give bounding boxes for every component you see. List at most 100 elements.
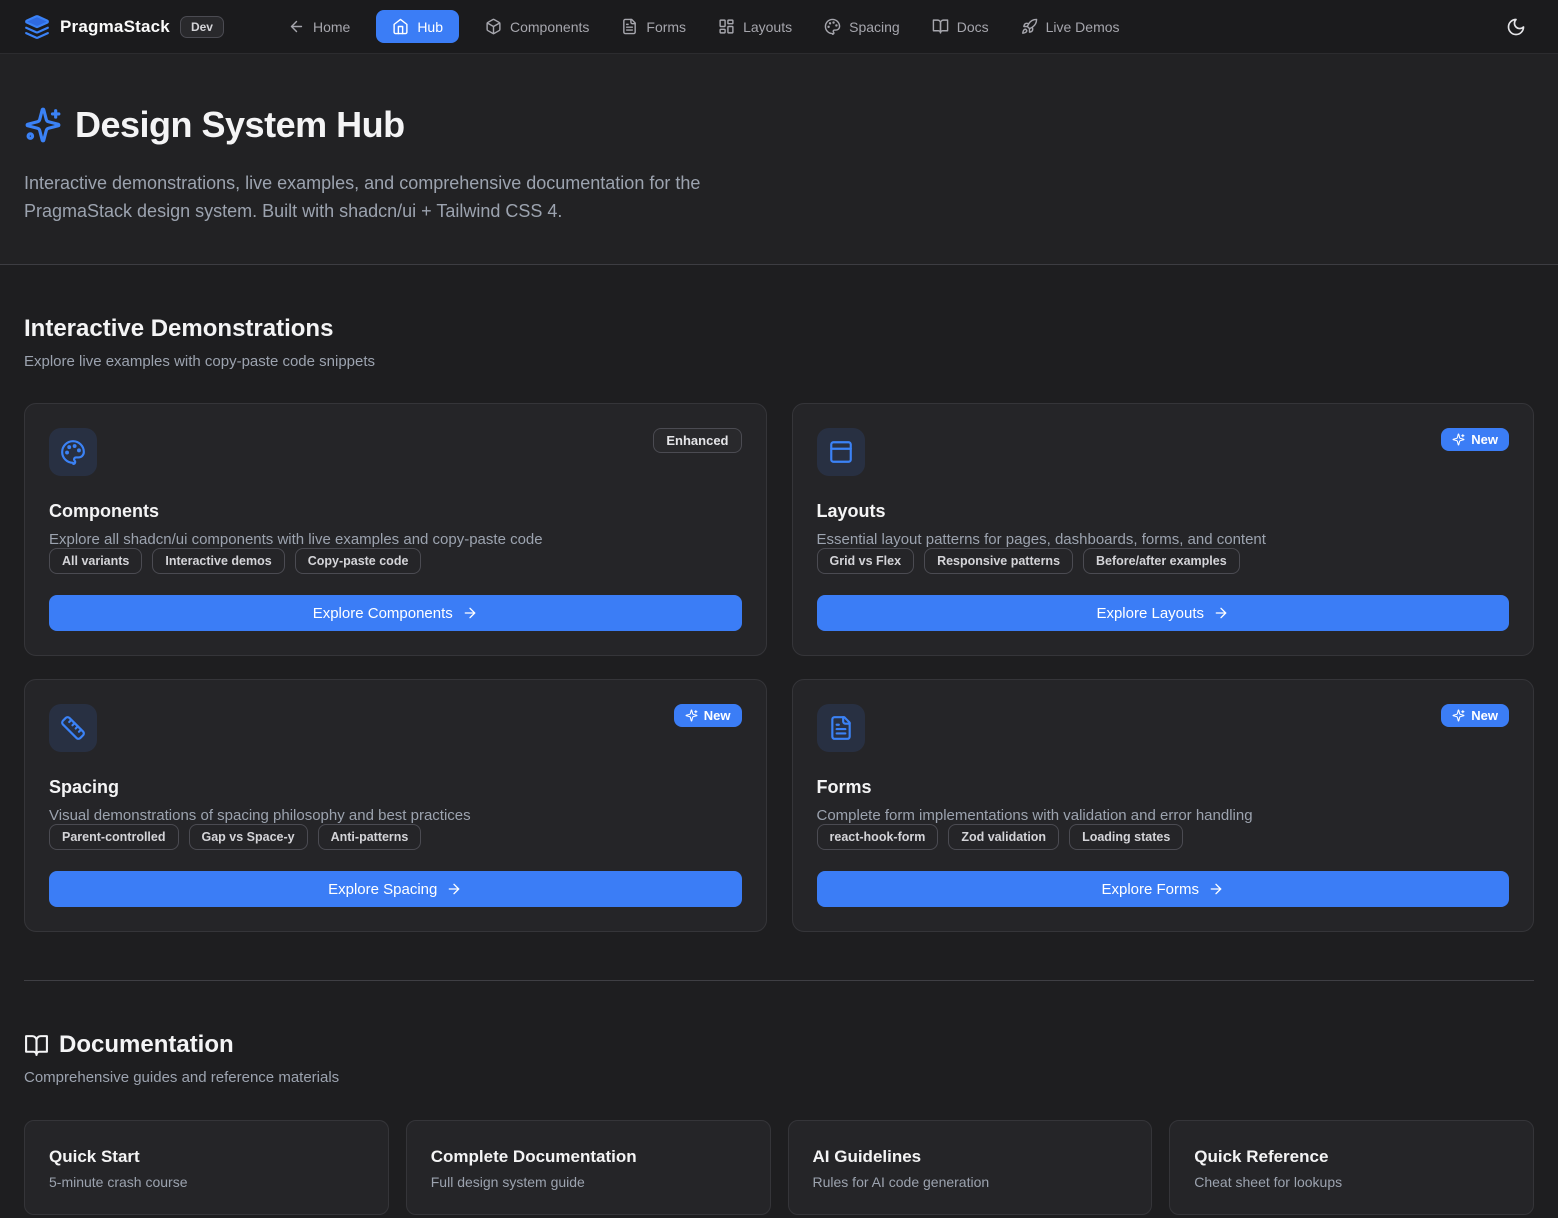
doc-card-description: Full design system guide [431,1174,746,1190]
nav-item-label: Forms [646,19,686,35]
docs-section-title-text: Documentation [59,1031,234,1059]
tag: Responsive patterns [924,548,1073,574]
badge-label: New [1471,708,1498,723]
sparkles-icon [1452,709,1465,722]
nav-item-hub[interactable]: Hub [376,10,459,43]
card-description: Explore all shadcn/ui components with li… [49,531,742,548]
demo-card-spacing: New Spacing Visual demonstrations of spa… [24,679,767,932]
tag-row: Parent-controlled Gap vs Space-y Anti-pa… [49,824,742,850]
status-badge: Enhanced [653,428,741,453]
doc-card-ai-guidelines[interactable]: AI Guidelines Rules for AI code generati… [788,1120,1153,1215]
new-badge: New [1441,704,1509,727]
nav-item-forms[interactable]: Forms [609,10,698,43]
tag: Gap vs Space-y [189,824,308,850]
explore-forms-button[interactable]: Explore Forms [817,871,1510,907]
cta-label: Explore Spacing [328,881,437,898]
nav-item-layouts[interactable]: Layouts [706,10,804,43]
card-description: Essential layout patterns for pages, das… [817,531,1510,548]
nav-item-label: Live Demos [1046,19,1120,35]
demos-section-title: Interactive Demonstrations [24,315,1534,343]
demo-card-forms: New Forms Complete form implementations … [792,679,1535,932]
sparkles-icon [1452,433,1465,446]
tag: Parent-controlled [49,824,179,850]
cta-label: Explore Components [313,605,453,622]
tag: All variants [49,548,142,574]
nav-item-label: Hub [417,19,443,35]
arrow-right-icon [446,881,462,897]
file-text-icon [817,704,865,752]
cta-label: Explore Layouts [1096,605,1204,622]
doc-card-title: Quick Reference [1194,1147,1509,1167]
arrow-right-icon [1208,881,1224,897]
panel-top-icon [817,428,865,476]
doc-card-quick-reference[interactable]: Quick Reference Cheat sheet for lookups [1169,1120,1534,1215]
ruler-icon [49,704,97,752]
demo-card-components: Enhanced Components Explore all shadcn/u… [24,403,767,656]
book-open-icon [24,1033,49,1058]
demos-section-subtitle: Explore live examples with copy-paste co… [24,353,1534,370]
nav-item-label: Spacing [849,19,900,35]
card-title: Layouts [817,501,1510,522]
layers-logo-icon [24,14,50,40]
nav-item-docs[interactable]: Docs [920,10,1001,43]
tag: Zod validation [948,824,1059,850]
theme-toggle-button[interactable] [1498,9,1534,45]
layout-grid-icon [718,18,735,35]
sparkles-icon [24,106,62,144]
hero-section: Design System Hub Interactive demonstrat… [0,54,1558,265]
tag-row: react-hook-form Zod validation Loading s… [817,824,1510,850]
doc-card-description: 5-minute crash course [49,1174,364,1190]
page-description: Interactive demonstrations, live example… [24,170,769,226]
doc-card-title: Complete Documentation [431,1147,746,1167]
home-icon [392,18,409,35]
nav-item-home[interactable]: Home [276,10,362,43]
demos-section-header: Interactive Demonstrations Explore live … [24,315,1534,370]
doc-card-quick-start[interactable]: Quick Start 5-minute crash course [24,1120,389,1215]
doc-card-description: Rules for AI code generation [813,1174,1128,1190]
tag: react-hook-form [817,824,939,850]
cta-label: Explore Forms [1101,881,1199,898]
doc-card-title: AI Guidelines [813,1147,1128,1167]
tag: Anti-patterns [318,824,422,850]
page-title: Design System Hub [75,104,405,146]
top-navbar: PragmaStack Dev Home Hub Components Form… [0,0,1558,54]
section-divider [24,980,1534,981]
explore-spacing-button[interactable]: Explore Spacing [49,871,742,907]
package-icon [485,18,502,35]
rocket-icon [1021,18,1038,35]
new-badge: New [1441,428,1509,451]
card-description: Complete form implementations with valid… [817,807,1510,824]
brand-name: PragmaStack [60,17,170,37]
palette-icon [824,18,841,35]
doc-card-title: Quick Start [49,1147,364,1167]
badge-label: New [1471,432,1498,447]
arrow-left-icon [288,18,305,35]
nav-item-components[interactable]: Components [473,10,601,43]
file-text-icon [621,18,638,35]
tag-row: Grid vs Flex Responsive patterns Before/… [817,548,1510,574]
tag: Interactive demos [152,548,284,574]
brand[interactable]: PragmaStack Dev [24,14,224,40]
tag: Loading states [1069,824,1183,850]
tag-row: All variants Interactive demos Copy-past… [49,548,742,574]
tag: Copy-paste code [295,548,422,574]
nav-item-live-demos[interactable]: Live Demos [1009,10,1132,43]
main-content: Interactive Demonstrations Explore live … [0,315,1558,1218]
card-title: Components [49,501,742,522]
arrow-right-icon [462,605,478,621]
book-open-icon [932,18,949,35]
docs-section-title: Documentation [24,1031,1534,1059]
moon-icon [1506,17,1526,37]
nav-item-label: Home [313,19,350,35]
doc-card-description: Cheat sheet for lookups [1194,1174,1509,1190]
tag: Before/after examples [1083,548,1240,574]
nav-item-label: Components [510,19,589,35]
nav-item-spacing[interactable]: Spacing [812,10,912,43]
demo-card-grid: Enhanced Components Explore all shadcn/u… [24,403,1534,932]
env-badge: Dev [180,16,224,38]
card-description: Visual demonstrations of spacing philoso… [49,807,742,824]
new-badge: New [674,704,742,727]
explore-components-button[interactable]: Explore Components [49,595,742,631]
explore-layouts-button[interactable]: Explore Layouts [817,595,1510,631]
doc-card-complete-documentation[interactable]: Complete Documentation Full design syste… [406,1120,771,1215]
